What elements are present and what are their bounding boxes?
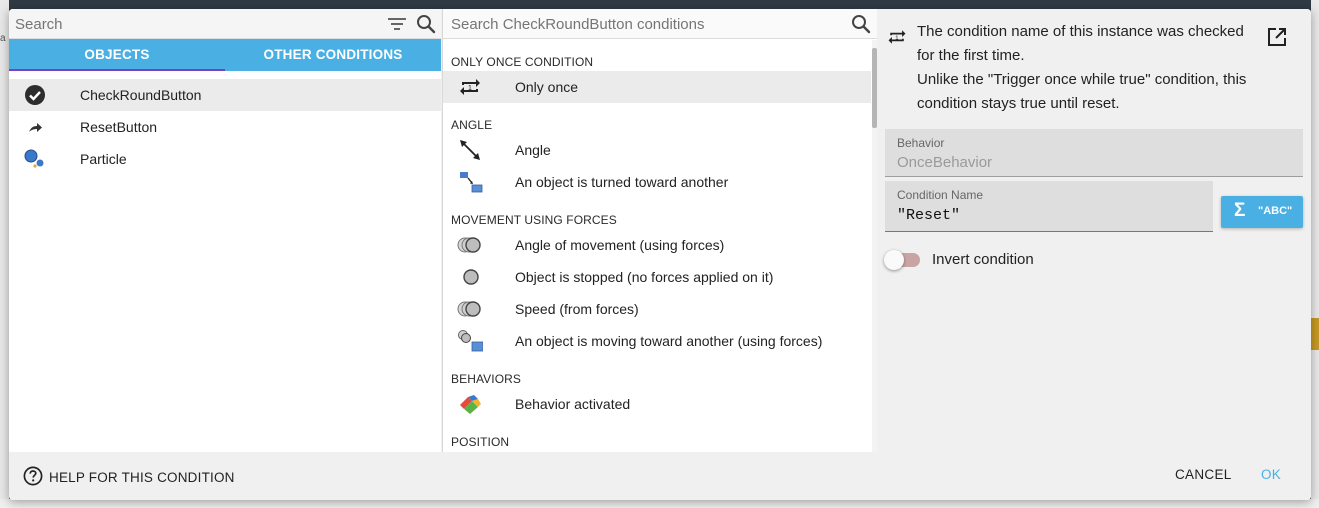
condition-search-input[interactable] <box>451 13 841 35</box>
cancel-button[interactable]: CANCEL <box>1175 467 1232 482</box>
open-in-new-icon[interactable] <box>1267 27 1287 47</box>
condition-item-only-once[interactable]: 1 Only once <box>443 71 871 103</box>
condition-name-label: Condition Name <box>897 188 984 202</box>
selector-tabs: OBJECTS OTHER CONDITIONS <box>9 39 441 71</box>
repeat-once-icon: 1 <box>460 79 480 95</box>
condition-label: Object is stopped (no forces applied on … <box>515 269 774 285</box>
condition-parameters-panel: 1 The condition name of this instance wa… <box>877 9 1311 452</box>
repeat-once-icon: 1 <box>888 30 906 44</box>
sigma-icon: Σ <box>1234 200 1246 221</box>
invert-condition-toggle[interactable] <box>884 249 922 271</box>
group-title-position: POSITION <box>451 435 510 449</box>
behavior-field-value: OnceBehavior <box>897 154 993 171</box>
condition-description: The condition name of this instance was … <box>917 20 1257 116</box>
search-icon[interactable] <box>851 14 871 34</box>
force-circles-icon <box>457 237 481 253</box>
filter-icon[interactable] <box>387 15 407 33</box>
svg-text:1: 1 <box>895 36 898 42</box>
stopped-circle-icon <box>463 269 479 285</box>
condition-label: Angle <box>515 142 551 158</box>
move-toward-icon <box>458 330 483 352</box>
help-label: HELP FOR THIS CONDITION <box>49 470 235 485</box>
object-list: CheckRoundButton ResetButton Particle <box>9 79 441 175</box>
behavior-field[interactable]: Behavior OnceBehavior <box>885 129 1303 177</box>
help-circle-icon <box>23 466 43 486</box>
condition-label: An object is moving toward another (usin… <box>515 333 823 349</box>
background-app-bottom <box>0 499 1319 508</box>
angle-arrow-icon <box>460 140 480 160</box>
arrow-icon <box>29 123 42 132</box>
object-item-checkroundbutton[interactable]: CheckRoundButton <box>9 79 441 111</box>
description-line: Unlike the "Trigger once while true" con… <box>917 71 1247 112</box>
condition-item-speed[interactable]: Speed (from forces) <box>443 293 871 325</box>
condition-item-behavior-activated[interactable]: Behavior activated <box>443 388 871 420</box>
turn-toward-icon <box>460 172 483 193</box>
dialog-footer: HELP FOR THIS CONDITION CANCEL OK <box>9 452 1311 500</box>
background-app-right <box>1311 0 1319 508</box>
condition-label: Angle of movement (using forces) <box>515 237 725 253</box>
string-expression-button[interactable]: Σ "ABC" <box>1221 196 1303 228</box>
behavior-field-label: Behavior <box>897 136 945 150</box>
object-selector-panel: OBJECTS OTHER CONDITIONS CheckRoundButto… <box>9 9 441 452</box>
condition-editor-dialog: OBJECTS OTHER CONDITIONS CheckRoundButto… <box>9 9 1311 500</box>
group-title-behaviors: BEHAVIORS <box>451 372 522 386</box>
object-label: ResetButton <box>80 119 158 135</box>
group-title-angle: ANGLE <box>451 118 493 132</box>
condition-list: ONLY ONCE CONDITION 1 Only once ANGLE An… <box>443 40 871 452</box>
behavior-icon <box>460 395 481 414</box>
tab-other-conditions[interactable]: OTHER CONDITIONS <box>225 39 441 71</box>
condition-item-turned-toward[interactable]: An object is turned toward another <box>443 166 871 198</box>
object-search-input[interactable] <box>15 13 375 35</box>
svg-text:1: 1 <box>468 85 472 92</box>
object-item-resetbutton[interactable]: ResetButton <box>9 111 441 143</box>
checkmark-circle-icon <box>25 85 45 105</box>
condition-label: Only once <box>515 79 579 95</box>
condition-item-angle[interactable]: Angle <box>443 134 871 166</box>
expression-button-label: "ABC" <box>1258 205 1293 217</box>
condition-name-value[interactable]: "Reset" <box>897 207 960 224</box>
condition-search-bar <box>443 9 878 39</box>
ok-button[interactable]: OK <box>1261 467 1281 482</box>
condition-list-panel: ONLY ONCE CONDITION 1 Only once ANGLE An… <box>442 9 878 452</box>
condition-label: Behavior activated <box>515 396 631 412</box>
condition-item-angle-of-movement[interactable]: Angle of movement (using forces) <box>443 229 871 261</box>
toggle-knob <box>884 250 904 270</box>
object-label: Particle <box>80 151 127 167</box>
description-line: The condition name of this instance was … <box>917 23 1244 64</box>
object-search-bar <box>9 9 441 39</box>
active-tab-indicator <box>9 69 225 71</box>
object-label: CheckRoundButton <box>80 87 202 103</box>
condition-item-moving-toward[interactable]: An object is moving toward another (usin… <box>443 325 871 357</box>
condition-name-field[interactable]: Condition Name "Reset" <box>885 181 1213 232</box>
force-circles-icon <box>457 301 481 317</box>
group-title-only-once: ONLY ONCE CONDITION <box>451 55 594 69</box>
tab-objects[interactable]: OBJECTS <box>9 39 225 71</box>
condition-label: Speed (from forces) <box>515 301 639 317</box>
group-title-movement-forces: MOVEMENT USING FORCES <box>451 213 617 227</box>
condition-item-object-stopped[interactable]: Object is stopped (no forces applied on … <box>443 261 871 293</box>
background-app-left: a <box>0 0 9 508</box>
invert-condition-label: Invert condition <box>932 251 1034 268</box>
condition-label: An object is turned toward another <box>515 174 729 190</box>
object-item-particle[interactable]: Particle <box>9 143 441 175</box>
particle-icon <box>24 149 44 168</box>
search-icon[interactable] <box>416 14 436 34</box>
